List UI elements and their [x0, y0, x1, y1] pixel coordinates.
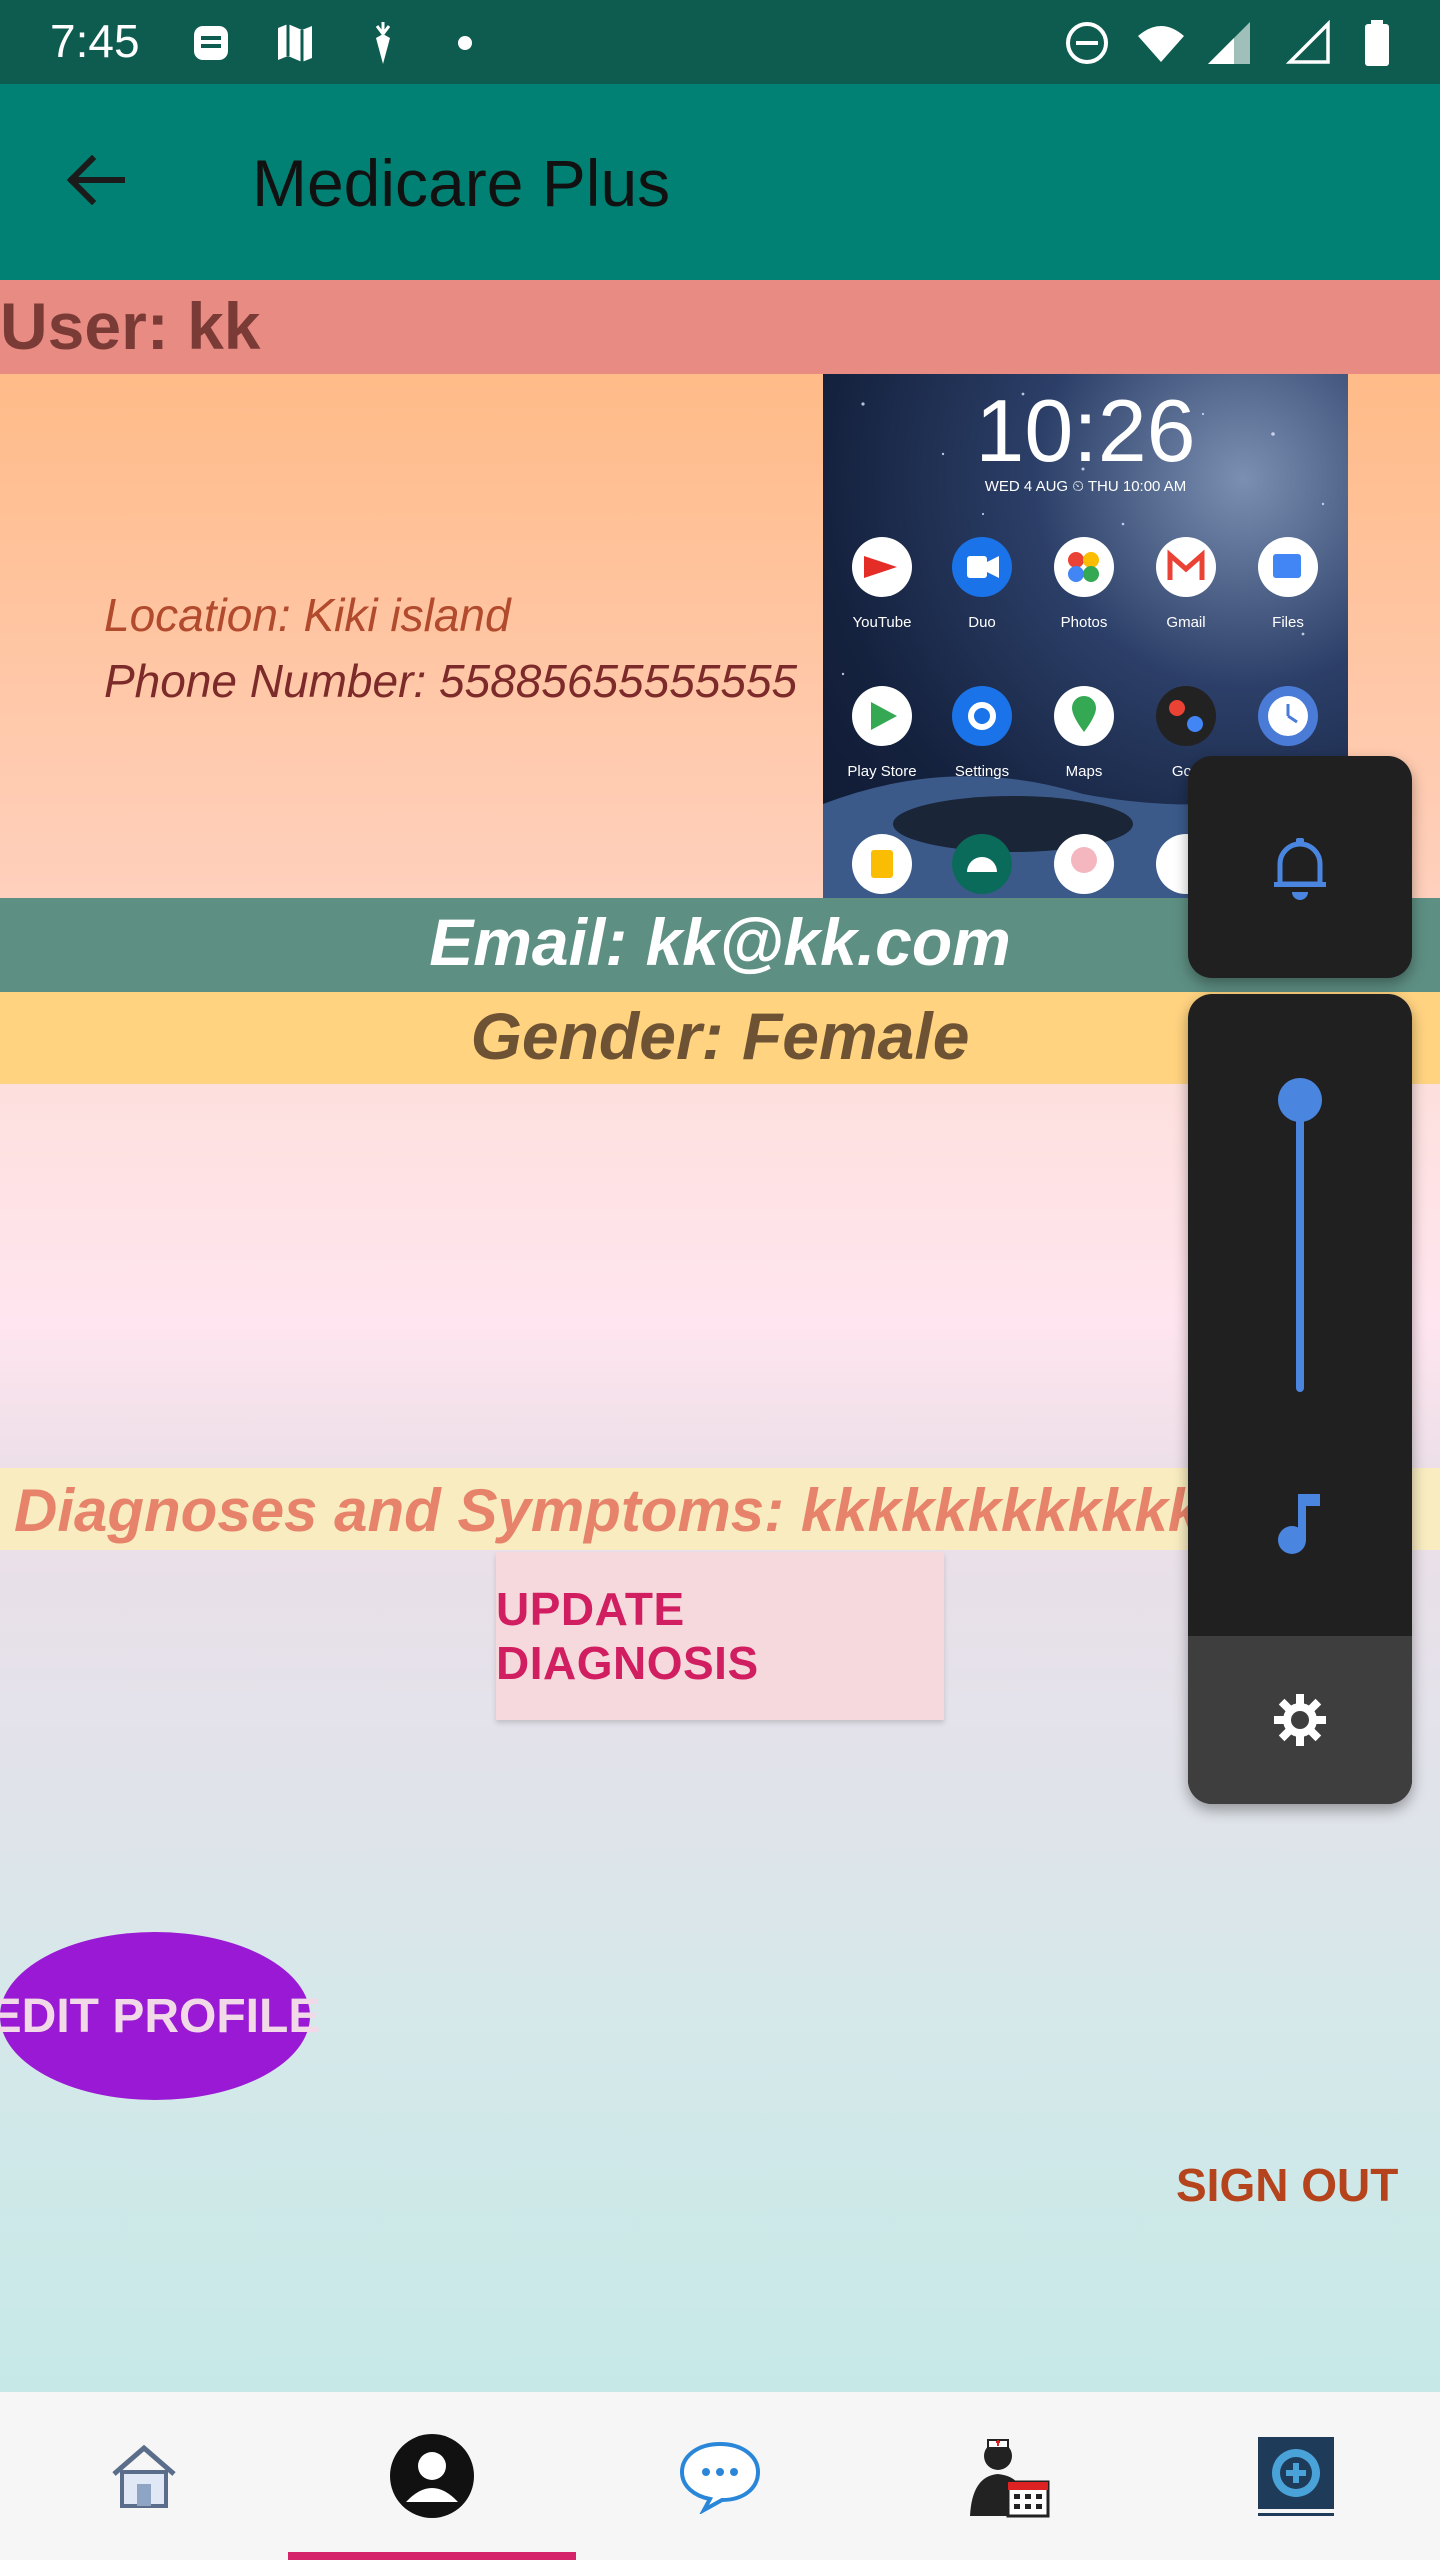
news-icon [194, 26, 228, 60]
nav-home[interactable] [0, 2392, 288, 2560]
signal-empty-icon [1285, 19, 1330, 64]
nav-profile[interactable] [288, 2392, 576, 2560]
page-title: Medicare Plus [252, 146, 671, 220]
wifi-icon [1138, 26, 1184, 62]
edit-profile-button[interactable]: EDIT PROFILE [0, 1932, 320, 2100]
ringer-mode-panel[interactable] [1188, 756, 1412, 978]
preview-date: WED 4 AUG ⏲ THU 10:00 AM [984, 478, 1187, 495]
status-time: 7:45 [50, 15, 140, 67]
dot-icon [458, 36, 472, 50]
location-text: Location: Kiki island [104, 589, 511, 641]
dnd-icon [1066, 22, 1108, 64]
nav-appointments[interactable] [864, 2392, 1152, 2560]
user-name: User: kk [0, 289, 261, 363]
home-icon [112, 2444, 176, 2508]
preview-clock: 10:26 [975, 381, 1196, 480]
preview-app-label: Duo [968, 614, 996, 631]
volume-settings-button[interactable] [1188, 1636, 1412, 1804]
nav-chat[interactable] [576, 2392, 864, 2560]
chat-icon [679, 2441, 761, 2514]
nav-medical-settings[interactable] [1152, 2392, 1440, 2560]
sign-out-button[interactable]: SIGN OUT [1176, 2158, 1398, 2212]
volume-slider-thumb[interactable] [1278, 1078, 1322, 1122]
signal-icon [1208, 22, 1250, 64]
music-note-icon [1278, 1494, 1320, 1554]
nav-selected-indicator [288, 2552, 576, 2560]
maps-icon [278, 24, 312, 62]
app-bar [0, 84, 1440, 280]
back-arrow-icon[interactable] [60, 145, 130, 215]
preview-app-label: Photos [1060, 614, 1108, 631]
medical-settings-icon [1258, 2437, 1334, 2516]
profile-icon [390, 2434, 474, 2518]
doctor-calendar-icon [970, 2439, 1050, 2518]
battery-icon [1365, 20, 1389, 66]
preview-app-label: Play Store [847, 763, 917, 780]
status-bar: 7:45 [0, 0, 1440, 84]
gear-icon[interactable] [1272, 1692, 1328, 1748]
volume-slider-track[interactable] [1296, 1098, 1304, 1392]
preview-app-label: Files [1272, 614, 1304, 631]
preview-app-label: Settings [954, 763, 1010, 780]
bell-icon[interactable] [1270, 836, 1330, 900]
phone-text: Phone Number: 55885655555555 [104, 655, 798, 707]
preview-app-label: Gmail [1166, 614, 1206, 631]
update-diagnosis-button[interactable]: UPDATE DIAGNOSIS [496, 1552, 944, 1720]
preview-app-label: Maps [1065, 763, 1103, 780]
preview-app-label: YouTube [852, 614, 912, 631]
carrot-icon [375, 22, 391, 64]
